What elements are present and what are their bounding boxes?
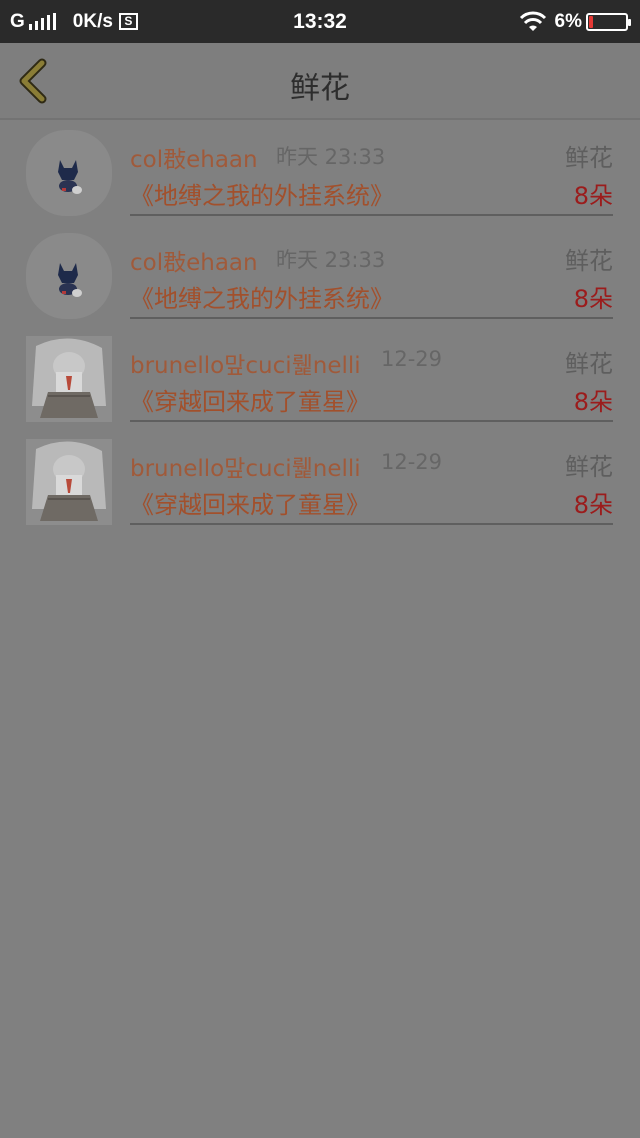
gift-type: 鲜花: [565, 144, 613, 172]
dark-cat-avatar-icon: [58, 160, 82, 194]
timestamp: 12-29: [381, 450, 443, 474]
gift-count: 8朵: [573, 491, 613, 519]
timestamp: 12-29: [381, 347, 443, 371]
app-header: 鲜花: [0, 43, 640, 120]
anime-girl-avatar-icon: [32, 338, 106, 418]
dark-cat-avatar-icon: [58, 263, 82, 297]
book-title[interactable]: 《地缚之我的外挂系统》: [130, 176, 394, 211]
avatar: [26, 336, 112, 422]
book-title[interactable]: 《穿越回来成了童星》: [130, 382, 370, 417]
gift-count: 8朵: [573, 388, 613, 416]
flower-list: col㪊ehaan 昨天 23:33 鲜花 《地缚之我的外挂系统》 8朵 col…: [0, 120, 640, 532]
status-right: 6%: [519, 0, 631, 43]
username: col㪊ehaan: [130, 147, 258, 173]
anime-girl-avatar-icon: [32, 441, 106, 521]
gift-type: 鲜花: [565, 453, 613, 481]
list-item[interactable]: col㪊ehaan 昨天 23:33 鲜花 《地缚之我的外挂系统》 8朵: [0, 223, 640, 326]
battery-icon: [586, 12, 631, 31]
wifi-icon: [519, 11, 546, 31]
book-title[interactable]: 《穿越回来成了童星》: [130, 485, 370, 520]
username: col㪊ehaan: [130, 250, 258, 276]
gift-count: 8朵: [573, 285, 613, 313]
timestamp: 昨天 23:33: [276, 145, 386, 169]
list-item[interactable]: brunello맢cuci뤭nelli 12-29 鲜花 《穿越回来成了童星》 …: [0, 326, 640, 429]
avatar: [26, 233, 112, 319]
timestamp: 昨天 23:33: [276, 248, 386, 272]
list-item[interactable]: brunello맢cuci뤭nelli 12-29 鲜花 《穿越回来成了童星》 …: [0, 429, 640, 532]
gift-type: 鲜花: [565, 247, 613, 275]
status-bar: G 0K/s S 13:32 6%: [0, 0, 640, 43]
username: brunello맢cuci뤭nelli: [130, 456, 361, 482]
avatar: [26, 439, 112, 525]
row-content: brunello맢cuci뤭nelli 12-29 鲜花 《穿越回来成了童星》 …: [130, 429, 613, 525]
row-content: col㪊ehaan 昨天 23:33 鲜花 《地缚之我的外挂系统》 8朵: [130, 120, 613, 216]
username: brunello맢cuci뤭nelli: [130, 353, 361, 379]
page-title: 鲜花: [290, 71, 350, 106]
row-content: brunello맢cuci뤭nelli 12-29 鲜花 《穿越回来成了童星》 …: [130, 326, 613, 422]
battery-percent: 6%: [554, 10, 582, 32]
gift-type: 鲜花: [565, 350, 613, 378]
row-content: col㪊ehaan 昨天 23:33 鲜花 《地缚之我的外挂系统》 8朵: [130, 223, 613, 319]
list-item[interactable]: col㪊ehaan 昨天 23:33 鲜花 《地缚之我的外挂系统》 8朵: [0, 120, 640, 223]
avatar: [26, 130, 112, 216]
gift-count: 8朵: [573, 182, 613, 210]
book-title[interactable]: 《地缚之我的外挂系统》: [130, 279, 394, 314]
